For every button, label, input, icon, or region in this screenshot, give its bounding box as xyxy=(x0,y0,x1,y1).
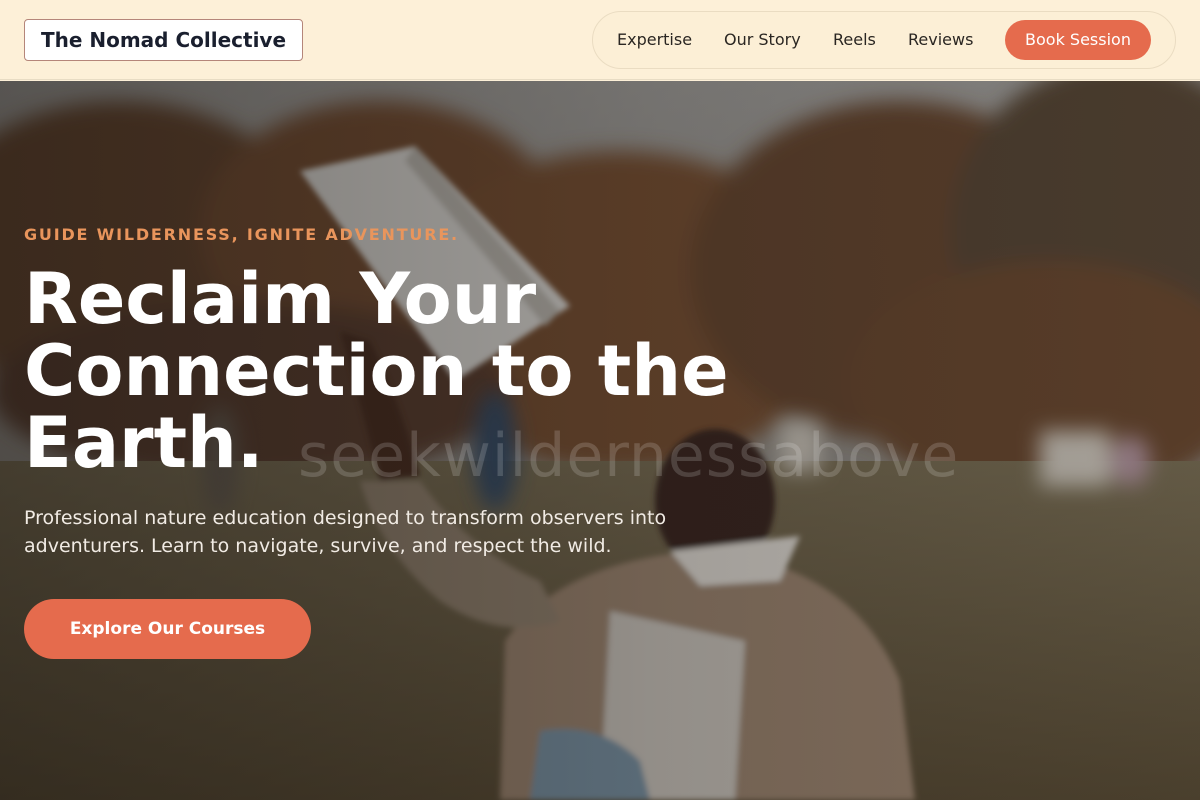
landing-page: The Nomad Collective Expertise Our Story… xyxy=(0,0,1200,800)
hero-title: Reclaim Your Connection to the Earth. xyxy=(24,258,729,484)
hero-section: seekwildernessabove GUIDE WILDERNESS, IG… xyxy=(0,81,1200,800)
hero-description: Professional nature education designed t… xyxy=(24,507,667,557)
site-header: The Nomad Collective Expertise Our Story… xyxy=(0,0,1200,80)
explore-courses-button[interactable]: Explore Our Courses xyxy=(24,599,311,659)
brand-logo[interactable]: The Nomad Collective xyxy=(24,19,303,61)
nav-link-our-story[interactable]: Our Story xyxy=(724,12,801,68)
nav-link-reels[interactable]: Reels xyxy=(833,12,876,68)
nav-link-reviews[interactable]: Reviews xyxy=(908,12,973,68)
main-nav: Expertise Our Story Reels Reviews Book S… xyxy=(592,11,1176,69)
nav-link-expertise[interactable]: Expertise xyxy=(617,12,692,68)
book-session-button[interactable]: Book Session xyxy=(1005,20,1151,60)
hero-eyebrow: GUIDE WILDERNESS, IGNITE ADVENTURE. xyxy=(24,225,459,244)
